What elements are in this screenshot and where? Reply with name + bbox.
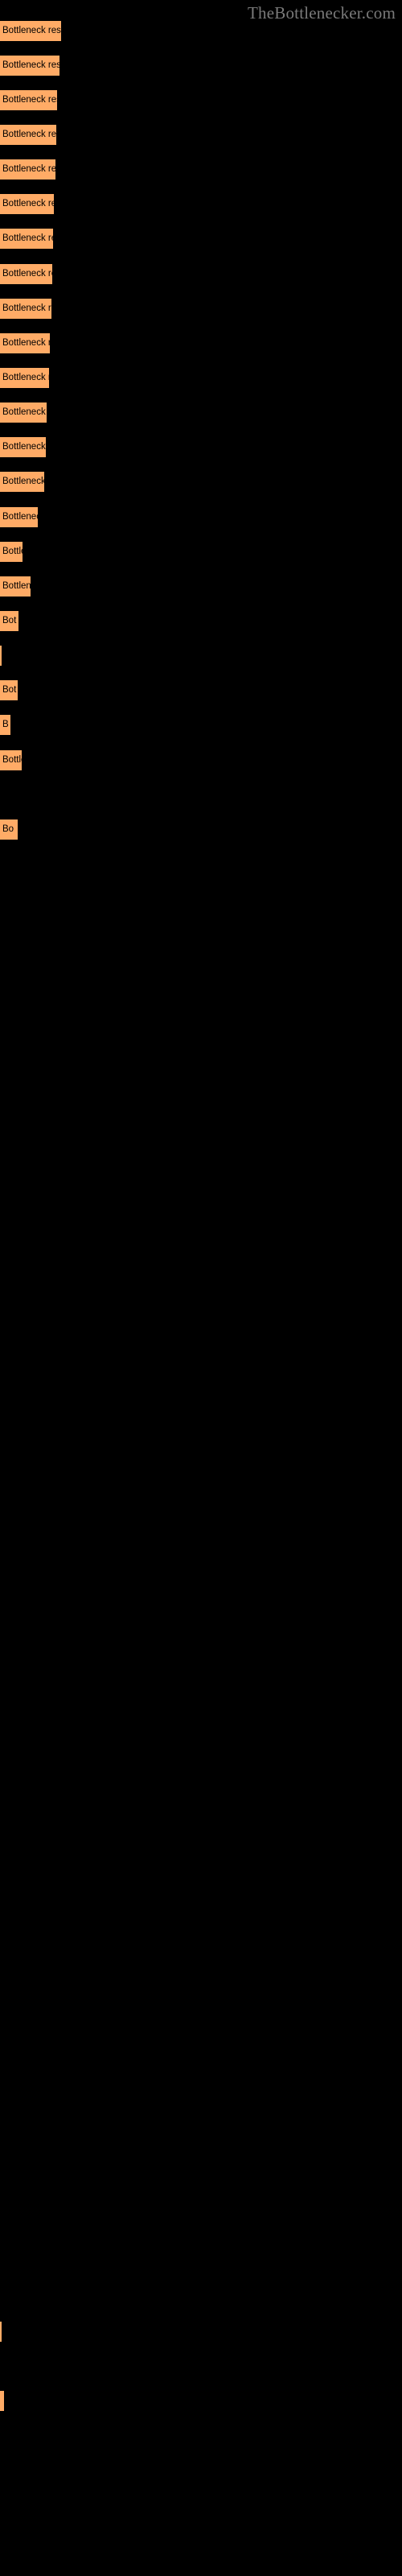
bar-3: Bottleneck result xyxy=(0,90,57,110)
bar-14: Bottleneck res xyxy=(0,472,44,492)
bar-8: Bottleneck result xyxy=(0,264,52,284)
bar-21: B xyxy=(0,715,10,735)
bar-11: Bottleneck resul xyxy=(0,368,49,388)
bar-23: Bo xyxy=(0,819,18,840)
bar-16: Bottle xyxy=(0,542,23,562)
bar-6: Bottleneck result xyxy=(0,194,54,214)
bar-10: Bottleneck result xyxy=(0,333,50,353)
bar-2: Bottleneck result xyxy=(0,56,59,76)
bar-25 xyxy=(0,2391,4,2411)
bar-12: Bottleneck res xyxy=(0,402,47,423)
chart-page: TheBottlenecker.com Bottleneck resultBot… xyxy=(0,0,402,2576)
bar-17: Bottlene xyxy=(0,576,31,597)
bar-9: Bottleneck result xyxy=(0,299,51,319)
bar-5: Bottleneck result xyxy=(0,159,55,180)
bar-1: Bottleneck result xyxy=(0,21,61,41)
bar-15: Bottleneck xyxy=(0,507,38,527)
bar-4: Bottleneck result xyxy=(0,125,56,145)
bar-7: Bottleneck result xyxy=(0,229,53,249)
bar-18: Bot xyxy=(0,611,18,631)
bar-22: Bottle xyxy=(0,750,22,770)
bar-20: Bot xyxy=(0,680,18,700)
bar-19 xyxy=(0,646,2,666)
bar-24 xyxy=(0,2322,2,2342)
bar-13: Bottleneck resu xyxy=(0,437,46,457)
